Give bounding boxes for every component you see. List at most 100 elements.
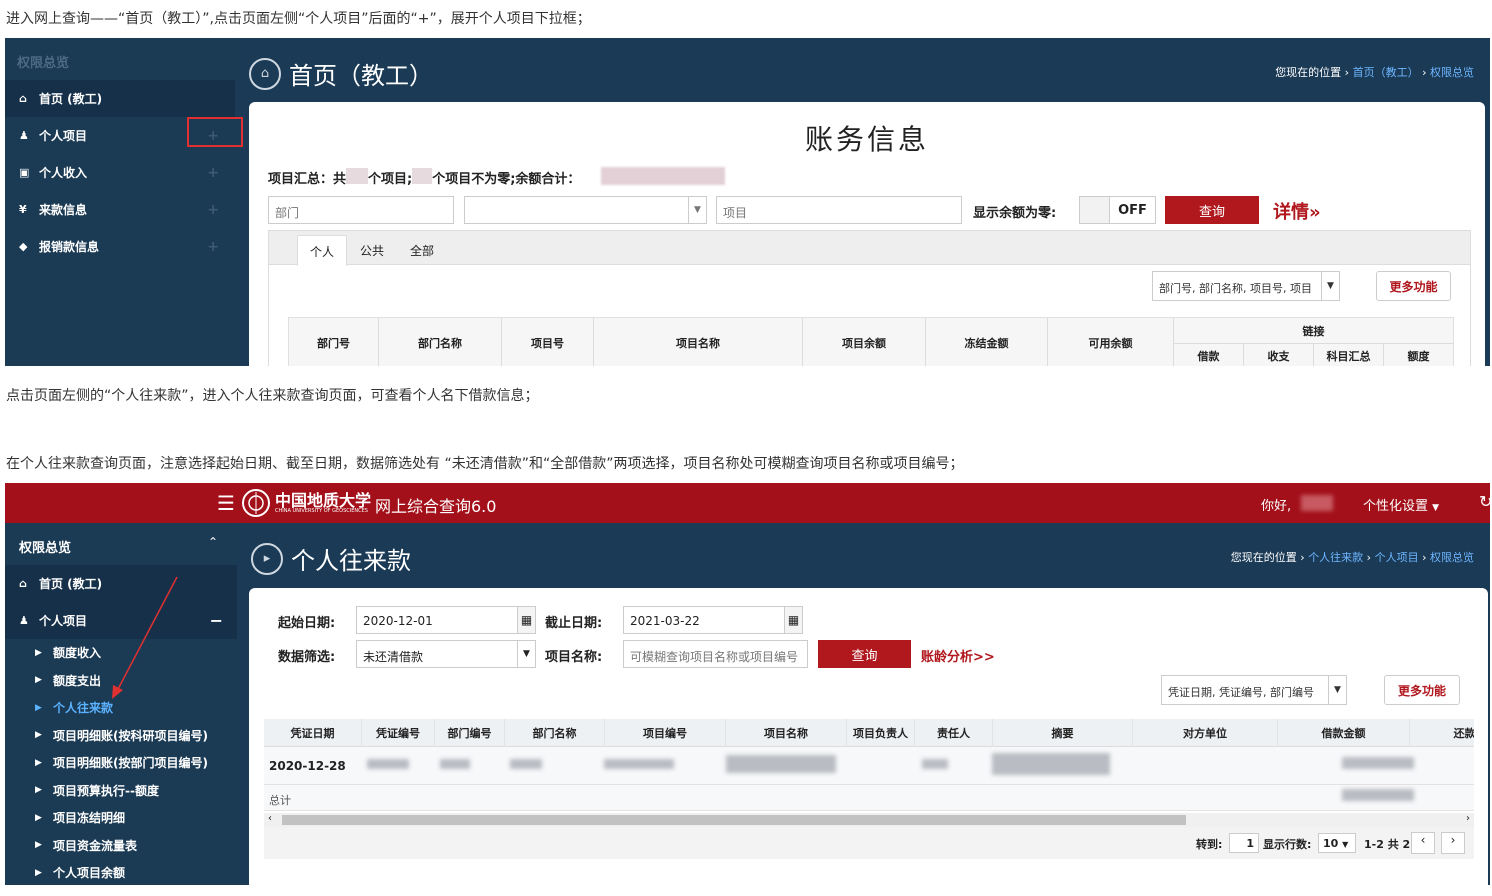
end-date-input[interactable]: 2021-03-22 ▦ [623, 606, 803, 634]
column-header: 还款 [1410, 719, 1475, 747]
expand-icon[interactable]: + [207, 165, 219, 181]
breadcrumb: 您现在的位置 › 个人往来款 › 个人项目 › 权限总览 [1230, 551, 1474, 564]
redacted-total [601, 167, 725, 185]
details-link[interactable]: 详情» [1273, 198, 1321, 224]
menu-icon[interactable]: ☰ [217, 491, 235, 515]
sidebar-item-label: 报销款信息 [39, 240, 100, 254]
column-header: 可用余额 [1048, 318, 1174, 366]
caret-right-icon: ▶ [35, 812, 42, 823]
chevron-down-icon: ▼ [1321, 272, 1339, 300]
sidebar-header: 权限总览 [17, 56, 70, 71]
column-header: 凭证编号 [362, 719, 435, 747]
highlight-box [187, 117, 243, 147]
annotation-arrow [112, 576, 178, 699]
calendar-icon[interactable]: ▦ [784, 607, 802, 633]
query-button[interactable]: 查询 [818, 640, 911, 668]
column-header: 项目编号 [605, 719, 726, 747]
sidebar-subitem-7[interactable]: ▶ 项目资金流量表 [5, 832, 237, 860]
expand-icon[interactable]: + [207, 239, 219, 255]
calendar-icon[interactable]: ▦ [517, 607, 535, 633]
goto-page-input[interactable]: 1 [1229, 833, 1259, 853]
filter-select[interactable]: 未还清借款 ▼ [356, 640, 536, 668]
more-functions-button[interactable]: 更多功能 [1384, 675, 1460, 705]
sidebar-item-4[interactable]: ◆ 报销款信息 + [5, 228, 235, 265]
user-icon: ♟ [19, 129, 29, 142]
expand-icon[interactable]: + [207, 202, 219, 218]
column-header: 借款金额 [1278, 719, 1410, 747]
filter-label: 数据筛选: [278, 650, 336, 665]
caret-right-icon: ▶ [35, 702, 42, 713]
prev-page-button[interactable]: ‹ [1411, 832, 1435, 854]
tab-0[interactable]: 个人 [297, 235, 347, 266]
top-bar: ☰ 中国地质大学 CHINA UNIVERSITY OF GEOSCIENCES… [5, 483, 1490, 523]
total-label: 总计 [269, 794, 291, 807]
breadcrumb-link-overview[interactable]: 权限总览 [1430, 551, 1474, 564]
screenshot-home-page: 权限总览 ⌂ 首页 (教工) ♟ 个人项目 + ▣ 个人收入 + ¥ 来款信息 + ◆ 报销款信息 + ⌂… [5, 38, 1490, 366]
query-button[interactable]: 查询 [1165, 196, 1259, 224]
table-header: 凭证日期 凭证编号 部门编号 部门名称 项目编号 项目名称 项目负责人 责任人 摘要 对方单位 借款… [264, 719, 1474, 747]
column-header: 部门名称 [379, 318, 502, 366]
horizontal-scrollbar[interactable]: ‹ › [264, 813, 1474, 827]
table-header: 部门号 部门名称 项目号 项目名称 项目余额 冻结金额 可用余额 链接 借款 收支 科目汇总 额度 [288, 317, 1454, 366]
link-column-header: 额度 [1407, 350, 1430, 363]
start-date-input[interactable]: 2020-12-01 ▦ [356, 606, 536, 634]
project-name-input[interactable]: 可模糊查询项目名称或项目编号 [623, 640, 808, 668]
column-select[interactable]: 部门号, 部门名称, 项目号, 项目 ▼ [1152, 271, 1340, 301]
table-row[interactable]: 2020-12-28 [264, 747, 1474, 785]
chevron-right-icon[interactable]: › [1466, 813, 1470, 824]
column-header: 项目名称 [594, 318, 803, 366]
sidebar-subitem-label: 项目预算执行--额度 [53, 783, 159, 798]
dept-select[interactable]: ▼ [464, 196, 707, 224]
chevron-up-icon[interactable]: ⌃ [208, 535, 218, 549]
column-header: 项目名称 [726, 719, 847, 747]
link-column-header: 借款 [1174, 344, 1244, 366]
scrollbar-thumb[interactable] [282, 815, 1186, 825]
home-icon: ⌂ [19, 92, 27, 105]
column-select[interactable]: 凭证日期, 凭证编号, 部门编号 ▼ [1161, 675, 1347, 705]
sidebar-subitem-5[interactable]: ▶ 项目预算执行--额度 [5, 777, 237, 805]
link-column-header: 科目汇总 [1314, 344, 1384, 366]
sidebar-subitem-4[interactable]: ▶ 项目明细账(按部门项目编号) [5, 749, 237, 777]
column-header: 凭证日期 [264, 719, 362, 747]
chevron-down-icon: ▼ [688, 197, 706, 223]
loan-panel: 起始日期: 2020-12-01 ▦ 截止日期: 2021-03-22 ▦ 数据… [249, 588, 1488, 885]
link-column-header: 收支 [1244, 344, 1314, 366]
page-title: 首页（教工） [289, 62, 433, 90]
sidebar-item-label: 个人项目 [39, 129, 88, 143]
chevron-left-icon[interactable]: ‹ [268, 813, 272, 824]
sidebar-subitem-8[interactable]: ▶ 个人项目余额 [5, 859, 237, 885]
aging-analysis-link[interactable]: 账龄分析>> [921, 646, 995, 665]
sidebar-subitem-label: 项目资金流量表 [53, 838, 138, 853]
collapse-icon[interactable]: − [210, 611, 223, 630]
next-page-button[interactable]: › [1441, 832, 1465, 854]
caret-right-icon: ▶ [35, 675, 42, 686]
breadcrumb-link-loan[interactable]: 个人往来款 [1308, 551, 1363, 564]
breadcrumb-link-projects[interactable]: 个人项目 [1375, 551, 1419, 564]
project-input[interactable]: 项目 [716, 196, 962, 224]
sidebar-item-3[interactable]: ¥ 来款信息 + [5, 191, 235, 228]
tab-2[interactable]: 全部 [397, 235, 447, 265]
breadcrumb-link-overview[interactable]: 权限总览 [1430, 66, 1474, 79]
tab-1[interactable]: 公共 [347, 235, 397, 265]
breadcrumb-link-home[interactable]: 首页（教工） [1353, 66, 1419, 79]
sidebar-item-label: 来款信息 [39, 203, 88, 217]
sidebar-item-label: 首页 (教工) [39, 92, 103, 106]
rows-select[interactable]: 10 ▼ [1318, 833, 1356, 853]
sidebar-subitem-3[interactable]: ▶ 项目明细账(按科研项目编号) [5, 722, 237, 750]
project-summary: 项目汇总：共 个项目; 个项目不为零;余额合计： [268, 168, 580, 187]
caret-down-icon: ▼ [1432, 503, 1440, 513]
caret-right-icon: ▶ [35, 647, 42, 658]
personal-settings-menu[interactable]: 个性化设置 ▼ [1363, 495, 1439, 514]
sidebar-subitem-label: 个人项目余额 [53, 866, 126, 881]
zero-balance-toggle[interactable]: OFF [1079, 196, 1156, 224]
sidebar-item-2[interactable]: ▣ 个人收入 + [5, 154, 235, 191]
dept-input[interactable]: 部门 [268, 196, 454, 224]
caret-right-icon: ▶ [35, 730, 42, 741]
sidebar-item-0[interactable]: ⌂ 首页 (教工) [5, 80, 235, 117]
sidebar-subitem-6[interactable]: ▶ 项目冻结明细 [5, 804, 237, 832]
money-icon: ▣ [19, 166, 30, 179]
logout-icon[interactable]: ↻ [1479, 492, 1490, 511]
column-header: 部门编号 [435, 719, 505, 747]
more-functions-button[interactable]: 更多功能 [1376, 271, 1451, 301]
play-icon: ▸ [251, 542, 283, 575]
